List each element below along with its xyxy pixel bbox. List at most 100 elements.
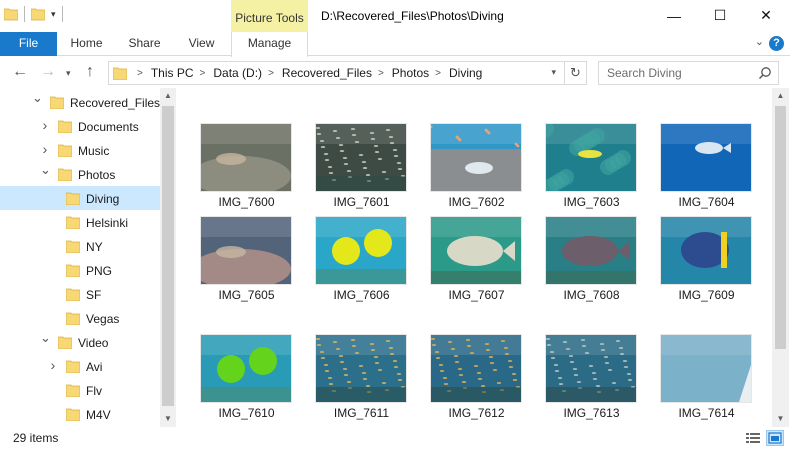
scrollbar-thumb[interactable] xyxy=(775,106,786,349)
help-button[interactable]: ? xyxy=(769,36,784,51)
customize-toolbar-dropdown-icon[interactable]: ▾ xyxy=(51,9,56,20)
breadcrumb-diving[interactable]: Diving xyxy=(449,66,482,80)
file-tile[interactable]: IMG_7602 xyxy=(419,123,534,223)
tree-item-recovered-files[interactable]: ⌄ Recovered_Files xyxy=(0,90,160,114)
refresh-icon[interactable]: ↻ xyxy=(564,62,586,84)
tree-item-music[interactable]: › Music xyxy=(0,138,160,162)
tree-item-documents[interactable]: › Documents xyxy=(0,114,160,138)
file-tile[interactable]: IMG_7608 xyxy=(534,216,649,316)
expand-chevron-icon[interactable]: › xyxy=(48,357,58,373)
file-tile[interactable]: IMG_7603 xyxy=(534,123,649,223)
tree-item-vegas[interactable]: Vegas xyxy=(0,306,160,330)
collapse-chevron-icon[interactable]: ⌄ xyxy=(40,330,51,346)
tree-item-photos[interactable]: ⌄ Photos xyxy=(0,162,160,186)
scroll-up-arrow-icon[interactable]: ▲ xyxy=(772,88,789,104)
breadcrumb-recovered-files[interactable]: Recovered_Files xyxy=(282,66,372,80)
file-tile[interactable]: IMG_7614 xyxy=(649,334,764,427)
photo-thumbnail[interactable] xyxy=(200,123,292,192)
file-view-scrollbar[interactable]: ▲ ▼ xyxy=(772,88,789,427)
file-tile[interactable]: IMG_7611 xyxy=(304,334,419,427)
breadcrumb-chevron-icon[interactable]: > xyxy=(435,68,441,79)
photo-thumbnail[interactable] xyxy=(430,216,522,285)
breadcrumb-this-pc[interactable]: This PC xyxy=(151,66,194,80)
photo-thumbnail[interactable] xyxy=(430,334,522,403)
photo-thumbnail[interactable] xyxy=(545,123,637,192)
photo-thumbnail[interactable] xyxy=(545,334,637,403)
photo-thumbnail[interactable] xyxy=(200,334,292,403)
folder-icon xyxy=(66,264,80,277)
folder-icon[interactable] xyxy=(4,7,18,21)
expand-chevron-icon[interactable]: › xyxy=(40,117,50,133)
tree-item-ny[interactable]: NY xyxy=(0,234,160,258)
tree-item-diving[interactable]: Diving xyxy=(0,186,160,210)
file-tile[interactable]: IMG_7607 xyxy=(419,216,534,316)
back-arrow-icon[interactable]: ← xyxy=(12,63,28,81)
tree-item-flv[interactable]: Flv xyxy=(0,378,160,402)
up-arrow-icon[interactable]: ↑ xyxy=(86,63,94,81)
file-name: IMG_7614 xyxy=(678,406,735,420)
breadcrumb-chevron-icon[interactable]: > xyxy=(268,68,274,79)
file-tile[interactable]: IMG_7605 xyxy=(189,216,304,316)
tree-item-helsinki[interactable]: Helsinki xyxy=(0,210,160,234)
details-view-button[interactable] xyxy=(744,430,762,446)
forward-arrow-icon[interactable]: → xyxy=(40,63,56,81)
photo-thumbnail[interactable] xyxy=(545,216,637,285)
file-tile[interactable]: IMG_7613 xyxy=(534,334,649,427)
navigation-bar: ← → ▾ ↑ > This PC > Data (D:) > Recovere… xyxy=(0,57,790,88)
tree-item-sf[interactable]: SF xyxy=(0,282,160,306)
collapse-chevron-icon[interactable]: ⌄ xyxy=(32,90,43,106)
photo-thumbnail[interactable] xyxy=(660,334,752,403)
file-tile[interactable]: IMG_7610 xyxy=(189,334,304,427)
breadcrumb-chevron-icon[interactable]: > xyxy=(378,68,384,79)
breadcrumb-photos[interactable]: Photos xyxy=(392,66,429,80)
file-tile[interactable]: IMG_7601 xyxy=(304,123,419,223)
file-tile[interactable]: IMG_7600 xyxy=(189,123,304,223)
breadcrumb-chevron-icon[interactable]: > xyxy=(137,68,143,79)
file-tile[interactable]: IMG_7606 xyxy=(304,216,419,316)
maximize-button[interactable]: ☐ xyxy=(697,0,743,31)
file-tile[interactable]: IMG_7612 xyxy=(419,334,534,427)
file-tile[interactable]: IMG_7609 xyxy=(649,216,764,316)
search-box[interactable] xyxy=(598,61,779,85)
file-name: IMG_7604 xyxy=(678,195,735,209)
tree-item-avi[interactable]: › Avi xyxy=(0,354,160,378)
photo-thumbnail[interactable] xyxy=(315,334,407,403)
folder-icon xyxy=(66,360,80,373)
search-icon[interactable] xyxy=(758,66,772,80)
tree-item-png[interactable]: PNG xyxy=(0,258,160,282)
breadcrumb-chevron-icon[interactable]: > xyxy=(200,68,206,79)
new-folder-icon[interactable] xyxy=(31,7,45,21)
photo-thumbnail[interactable] xyxy=(315,123,407,192)
photo-thumbnail[interactable] xyxy=(660,216,752,285)
photo-thumbnail[interactable] xyxy=(200,216,292,285)
search-input[interactable] xyxy=(599,62,749,84)
tree-item-m4v[interactable]: M4V xyxy=(0,402,160,426)
photo-thumbnail[interactable] xyxy=(660,123,752,192)
expand-ribbon-icon[interactable]: ⌄ xyxy=(755,35,764,48)
file-name: IMG_7603 xyxy=(563,195,620,209)
large-icons-view-button[interactable] xyxy=(766,430,784,446)
tab-manage[interactable]: Manage xyxy=(231,32,308,57)
quick-access-toolbar: ▾ xyxy=(4,6,63,22)
scroll-up-arrow-icon[interactable]: ▲ xyxy=(160,88,176,104)
expand-chevron-icon[interactable]: › xyxy=(40,141,50,157)
navigation-pane-scrollbar[interactable]: ▲ ▼ xyxy=(160,88,176,427)
tab-view[interactable]: View xyxy=(173,32,230,56)
file-tile[interactable]: IMG_7604 xyxy=(649,123,764,223)
scroll-down-arrow-icon[interactable]: ▼ xyxy=(160,411,176,427)
photo-thumbnail[interactable] xyxy=(315,216,407,285)
tree-item-video[interactable]: ⌄ Video xyxy=(0,330,160,354)
address-dropdown-icon[interactable]: ▾ xyxy=(551,67,556,78)
tab-home[interactable]: Home xyxy=(58,32,115,56)
address-bar[interactable]: > This PC > Data (D:) > Recovered_Files … xyxy=(108,61,587,85)
minimize-button[interactable]: — xyxy=(651,0,697,31)
close-button[interactable]: ✕ xyxy=(743,0,789,31)
tab-file[interactable]: File xyxy=(0,32,57,56)
breadcrumb-data-d[interactable]: Data (D:) xyxy=(213,66,262,80)
photo-thumbnail[interactable] xyxy=(430,123,522,192)
tab-share[interactable]: Share xyxy=(116,32,173,56)
recent-locations-dropdown-icon[interactable]: ▾ xyxy=(66,68,71,79)
scroll-down-arrow-icon[interactable]: ▼ xyxy=(772,411,789,427)
scrollbar-thumb[interactable] xyxy=(162,106,174,406)
collapse-chevron-icon[interactable]: ⌄ xyxy=(40,162,51,178)
